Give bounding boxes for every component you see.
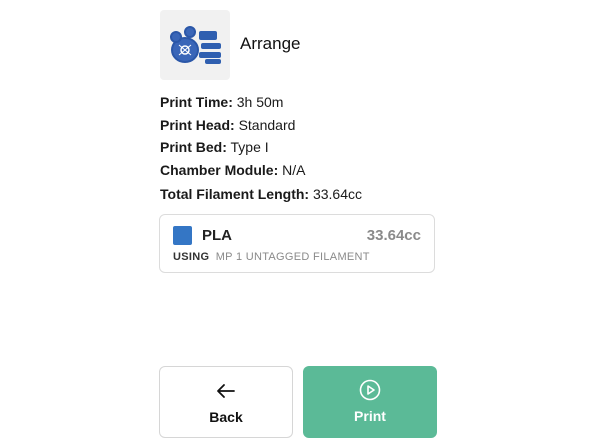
total-filament-row: Total Filament Length: 33.64cc: [160, 186, 362, 202]
detail-label: Print Bed:: [160, 139, 227, 155]
print-details: Print Time: 3h 50m Print Head: Standard …: [160, 91, 305, 181]
filament-card: PLA 33.64cc USING MP 1 UNTAGGED FILAMENT: [159, 214, 435, 273]
build-plate-thumbnail-icon: [170, 26, 221, 64]
filament-material: PLA: [202, 227, 232, 244]
filament-color-swatch: [173, 226, 192, 245]
print-time-row: Print Time: 3h 50m: [160, 91, 305, 114]
play-circle-icon: [359, 379, 381, 401]
detail-value: N/A: [282, 161, 306, 178]
detail-value: Standard: [238, 116, 296, 133]
back-button-label: Back: [209, 409, 243, 425]
filament-source: USING MP 1 UNTAGGED FILAMENT: [173, 251, 370, 263]
print-head-row: Print Head: Standard: [160, 114, 305, 137]
detail-value: Type I: [230, 139, 269, 155]
using-label: USING: [173, 251, 210, 263]
filament-source-name: MP 1 UNTAGGED FILAMENT: [215, 251, 370, 263]
job-thumbnail: [160, 10, 230, 80]
total-filament-value: 33.64cc: [312, 186, 363, 202]
chamber-module-row: Chamber Module: N/A: [160, 159, 305, 182]
detail-label: Print Time:: [160, 94, 233, 110]
filament-amount: 33.64cc: [366, 227, 421, 244]
arrow-left-icon: [217, 384, 235, 398]
print-button[interactable]: Print: [303, 366, 437, 438]
print-bed-row: Print Bed: Type I: [160, 136, 305, 159]
job-title: Arrange: [240, 34, 301, 53]
total-filament-label: Total Filament Length:: [160, 186, 310, 202]
detail-label: Print Head:: [160, 116, 235, 133]
detail-value: 3h 50m: [236, 94, 284, 110]
back-button[interactable]: Back: [159, 366, 293, 438]
detail-label: Chamber Module:: [160, 161, 279, 178]
print-button-label: Print: [354, 408, 386, 424]
